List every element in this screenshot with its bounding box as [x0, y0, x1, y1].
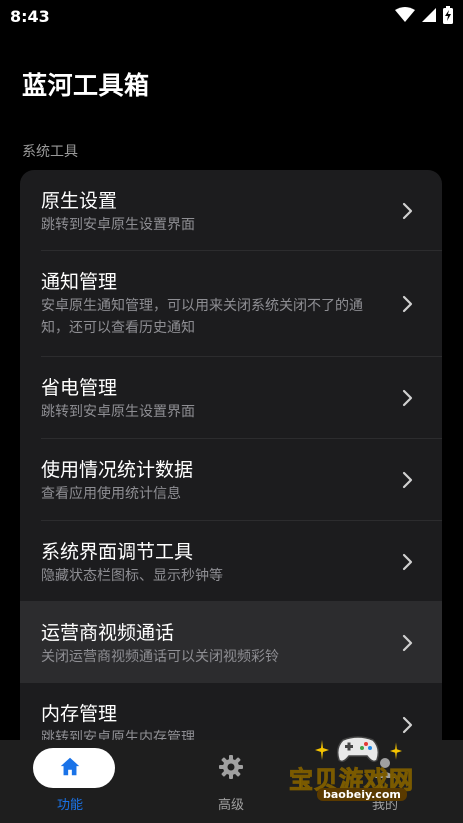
item-title: 使用情况统计数据 — [41, 459, 194, 481]
chevron-right-icon — [402, 716, 413, 734]
chevron-right-icon — [402, 553, 413, 571]
home-icon — [60, 757, 80, 776]
item-title: 运营商视频通话 — [41, 622, 175, 644]
section-label: 系统工具 — [22, 144, 78, 160]
item-subtitle: 跳转到安卓原生设置界面 — [41, 217, 195, 233]
nav-item-functions[interactable]: 功能 — [20, 740, 120, 823]
status-icons — [395, 6, 453, 24]
wifi-icon — [395, 7, 415, 22]
list-item-notification-management[interactable]: 通知管理 安卓原生通知管理，可以用来关闭系统关闭不了的通知，还可以查看历史通知 — [20, 251, 442, 356]
item-title: 系统界面调节工具 — [41, 541, 194, 563]
chevron-right-icon — [402, 471, 413, 489]
nav-label: 高级 — [217, 798, 244, 813]
sparkle-icon — [390, 742, 402, 760]
gear-icon — [219, 755, 243, 779]
list-item-native-settings[interactable]: 原生设置 跳转到安卓原生设置界面 — [20, 170, 442, 250]
list-item-power-management[interactable]: 省电管理 跳转到安卓原生设置界面 — [20, 357, 442, 438]
item-subtitle: 关闭运营商视频通话可以关闭视频彩铃 — [41, 649, 279, 665]
chevron-right-icon — [402, 202, 413, 220]
item-title: 内存管理 — [41, 703, 118, 725]
battery-icon — [443, 6, 453, 24]
tools-card: 原生设置 跳转到安卓原生设置界面 通知管理 安卓原生通知管理，可以用来关闭系统关… — [20, 170, 442, 770]
status-bar: 8:43 — [0, 0, 463, 32]
chevron-right-icon — [402, 634, 413, 652]
list-item-carrier-video-call[interactable]: 运营商视频通话 关闭运营商视频通话可以关闭视频彩铃 — [20, 601, 442, 683]
watermark-url: baobeiy.com — [317, 788, 407, 801]
item-subtitle: 隐藏状态栏图标、显示秒钟等 — [41, 568, 223, 584]
nav-label: 功能 — [56, 798, 83, 813]
item-title: 原生设置 — [41, 190, 118, 212]
sparkle-icon — [315, 740, 329, 760]
list-item-system-ui-tuner[interactable]: 系统界面调节工具 隐藏状态栏图标、显示秒钟等 — [20, 521, 442, 601]
page-title: 蓝河工具箱 — [22, 71, 150, 100]
list-item-usage-stats[interactable]: 使用情况统计数据 查看应用使用统计信息 — [20, 439, 442, 520]
chevron-right-icon — [402, 389, 413, 407]
item-subtitle: 查看应用使用统计信息 — [41, 486, 181, 502]
item-subtitle: 跳转到安卓原生设置界面 — [41, 404, 195, 420]
item-subtitle: 安卓原生通知管理，可以用来关闭系统关闭不了的通知，还可以查看历史通知 — [41, 298, 363, 336]
nav-item-advanced[interactable]: 高级 — [181, 740, 281, 823]
chevron-right-icon — [402, 295, 413, 313]
status-time: 8:43 — [10, 7, 50, 26]
watermark-logo: 宝贝游戏网 baobeiy.com — [285, 736, 435, 810]
item-title: 省电管理 — [41, 377, 118, 399]
item-title: 通知管理 — [41, 271, 118, 293]
signal-icon — [422, 8, 436, 22]
